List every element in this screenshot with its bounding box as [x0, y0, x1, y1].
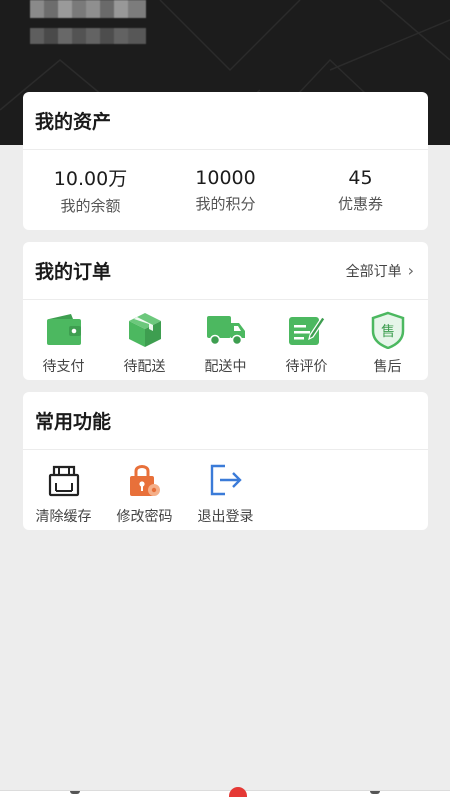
order-after-sales[interactable]: 售 售后 — [347, 310, 428, 380]
clear-cache-icon — [44, 460, 84, 500]
functions-header: 常用功能 — [23, 392, 428, 450]
coupons-label: 优惠券 — [337, 194, 383, 213]
change-password-button[interactable]: 修改密码 — [104, 460, 185, 530]
all-orders-label: 全部订单 — [345, 263, 402, 280]
all-orders-link[interactable]: 全部订单 › — [346, 261, 414, 281]
after-sales-icon: 售 — [368, 310, 408, 350]
order-pending-payment[interactable]: 待支付 — [23, 310, 104, 380]
points-label: 我的积分 — [195, 194, 256, 213]
functions-title: 常用功能 — [35, 411, 112, 433]
balance-value: 10.00万 — [53, 168, 128, 190]
coupons-value: 45 — [348, 166, 373, 189]
asset-points[interactable]: 10000 我的积分 — [158, 150, 293, 230]
assets-row: 10.00万 我的余额 10000 我的积分 45 优惠券 — [23, 150, 428, 230]
cart-badge — [229, 787, 247, 797]
functions-row: 清除缓存 修改密码 退出登录 — [23, 450, 428, 530]
assets-header: 我的资产 — [23, 92, 428, 150]
balance-label: 我的余额 — [60, 197, 121, 215]
review-icon — [287, 310, 327, 350]
change-password-label: 修改密码 — [116, 509, 173, 525]
assets-title: 我的资产 — [35, 111, 112, 133]
pending-delivery-label: 待配送 — [123, 359, 166, 375]
bottom-tab-bar[interactable] — [0, 787, 450, 800]
tab-home-icon[interactable] — [70, 791, 80, 794]
order-status-row: 待支付 待配送 配送中 待评价 售 售后 — [23, 300, 428, 380]
asset-balance[interactable]: 10.00万 我的余额 — [23, 150, 158, 230]
functions-card: 常用功能 清除缓存 修改密码 退出登录 — [23, 392, 428, 530]
tab-profile-icon[interactable] — [370, 791, 380, 794]
wallet-icon — [44, 310, 84, 350]
truck-icon — [206, 310, 246, 350]
svg-text:售: 售 — [381, 324, 395, 340]
asset-coupons[interactable]: 45 优惠券 — [293, 150, 428, 230]
logout-button[interactable]: 退出登录 — [185, 460, 266, 530]
logout-label: 退出登录 — [197, 509, 254, 525]
order-pending-delivery[interactable]: 待配送 — [104, 310, 185, 380]
order-in-delivery[interactable]: 配送中 — [185, 310, 266, 380]
logout-icon — [206, 460, 246, 500]
order-pending-review[interactable]: 待评价 — [266, 310, 347, 380]
assets-card: 我的资产 10.00万 我的余额 10000 我的积分 45 优惠券 — [23, 92, 428, 230]
pending-review-label: 待评价 — [285, 359, 328, 375]
profile-page: 我的资产 10.00万 我的余额 10000 我的积分 45 优惠券 我的订单 … — [0, 0, 450, 800]
username-blurred — [30, 0, 146, 18]
package-icon — [125, 310, 165, 350]
in-delivery-label: 配送中 — [204, 359, 247, 375]
orders-header: 我的订单 全部订单 › — [23, 242, 428, 300]
after-sales-label: 售后 — [373, 359, 402, 375]
user-id-blurred — [30, 28, 146, 44]
lock-icon — [125, 460, 165, 500]
clear-cache-button[interactable]: 清除缓存 — [23, 460, 104, 530]
orders-card: 我的订单 全部订单 › 待支付 待配送 配送中 待评价 售 售后 — [23, 242, 428, 380]
clear-cache-label: 清除缓存 — [35, 509, 92, 525]
points-value: 10000 — [195, 166, 256, 189]
chevron-right-icon: › — [407, 261, 414, 280]
pending-payment-label: 待支付 — [42, 359, 85, 375]
orders-title: 我的订单 — [35, 261, 112, 283]
